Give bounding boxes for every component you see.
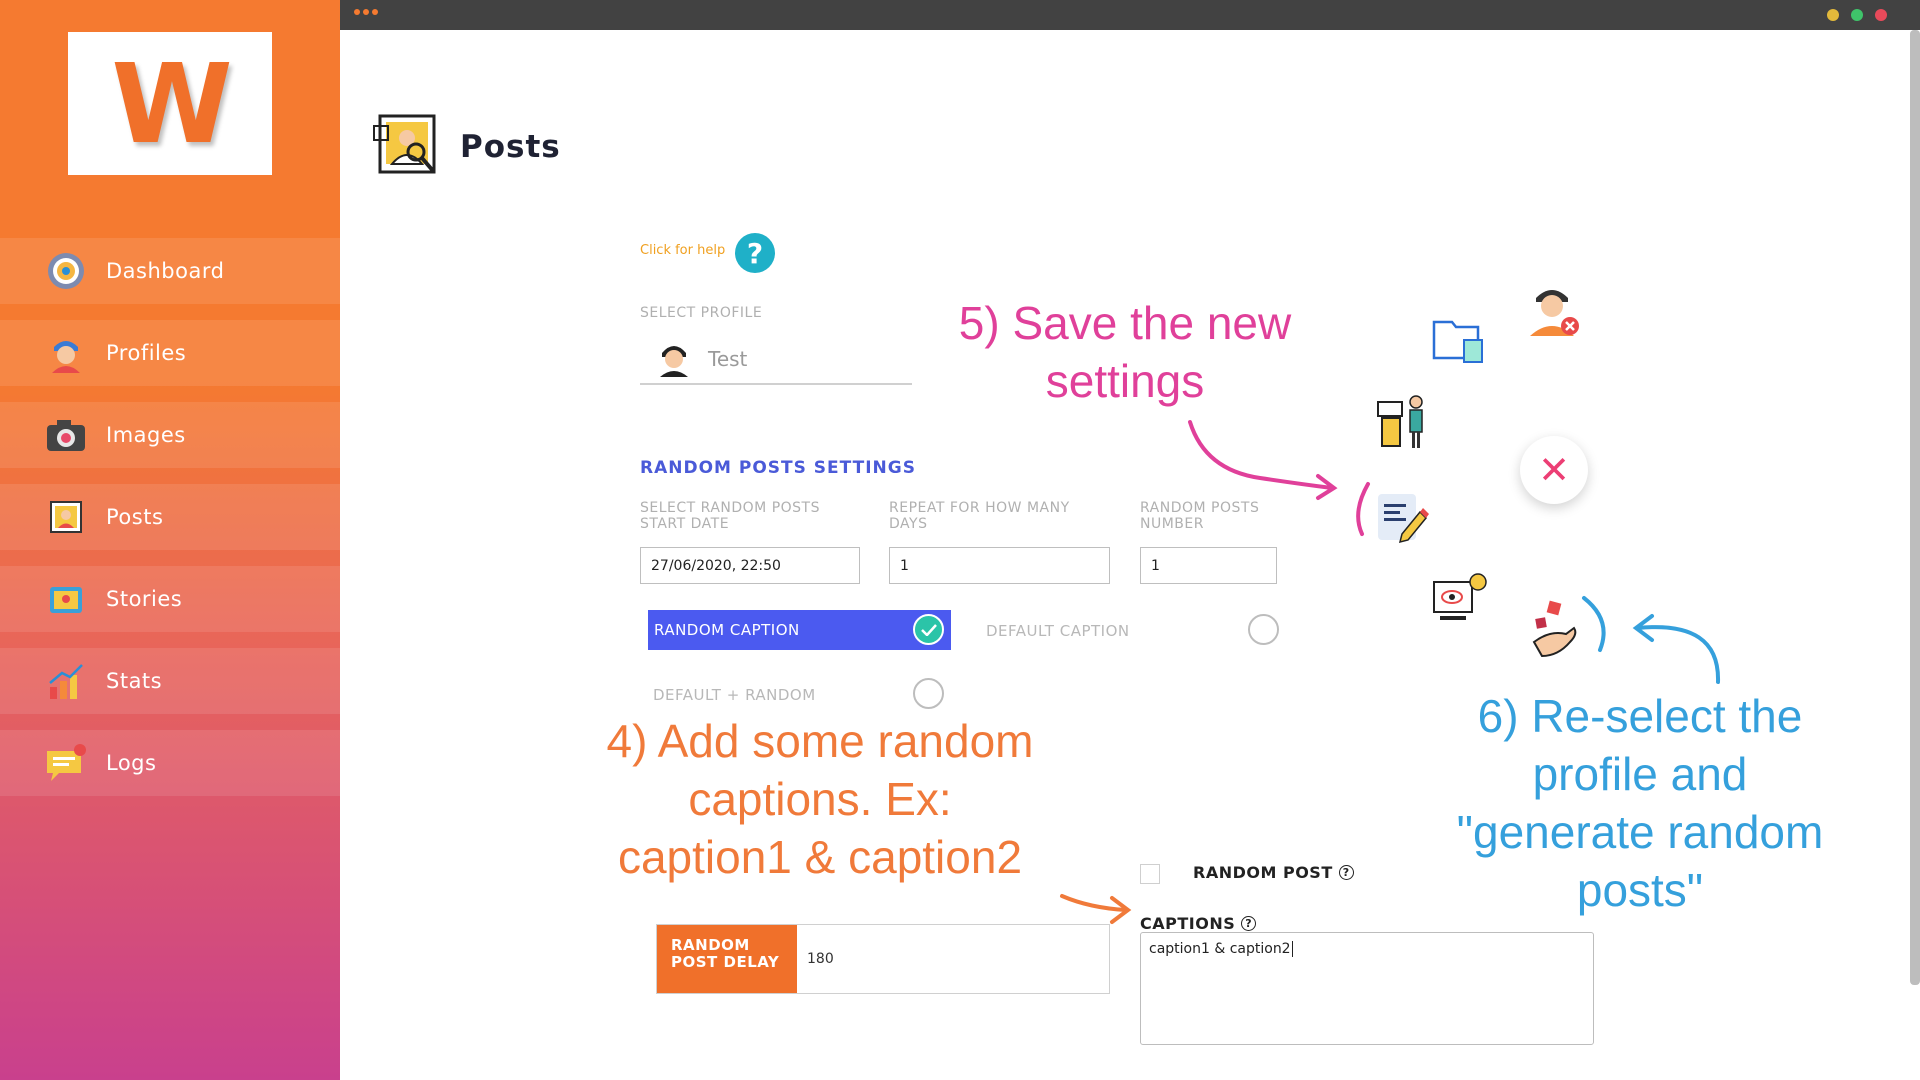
annotation-arrows: [1060, 420, 1721, 924]
random-post-delay-field: RANDOM POST DELAY 180: [656, 924, 1110, 994]
presentation-icon[interactable]: [1374, 392, 1432, 454]
delete-folder-icon[interactable]: [1430, 310, 1490, 372]
ideas-vision-icon[interactable]: [1430, 570, 1490, 632]
random-post-checkbox[interactable]: [1140, 864, 1160, 884]
random-post-label: RANDOM POST?: [1193, 863, 1354, 882]
random-post-delay-input[interactable]: 180: [797, 925, 834, 993]
remove-profile-icon[interactable]: [1526, 280, 1582, 342]
close-icon: ✕: [1538, 448, 1570, 492]
random-post-delay-label: RANDOM POST DELAY: [657, 925, 797, 993]
info-icon[interactable]: ?: [1338, 865, 1354, 880]
random-dice-hand-icon[interactable]: [1530, 598, 1582, 664]
save-settings-icon[interactable]: [1374, 490, 1430, 550]
captions-label: CAPTIONS?: [1140, 914, 1257, 933]
captions-textarea[interactable]: caption1 & caption2: [1140, 932, 1594, 1045]
info-icon[interactable]: ?: [1241, 916, 1257, 931]
close-floating-button[interactable]: ✕: [1520, 436, 1588, 504]
